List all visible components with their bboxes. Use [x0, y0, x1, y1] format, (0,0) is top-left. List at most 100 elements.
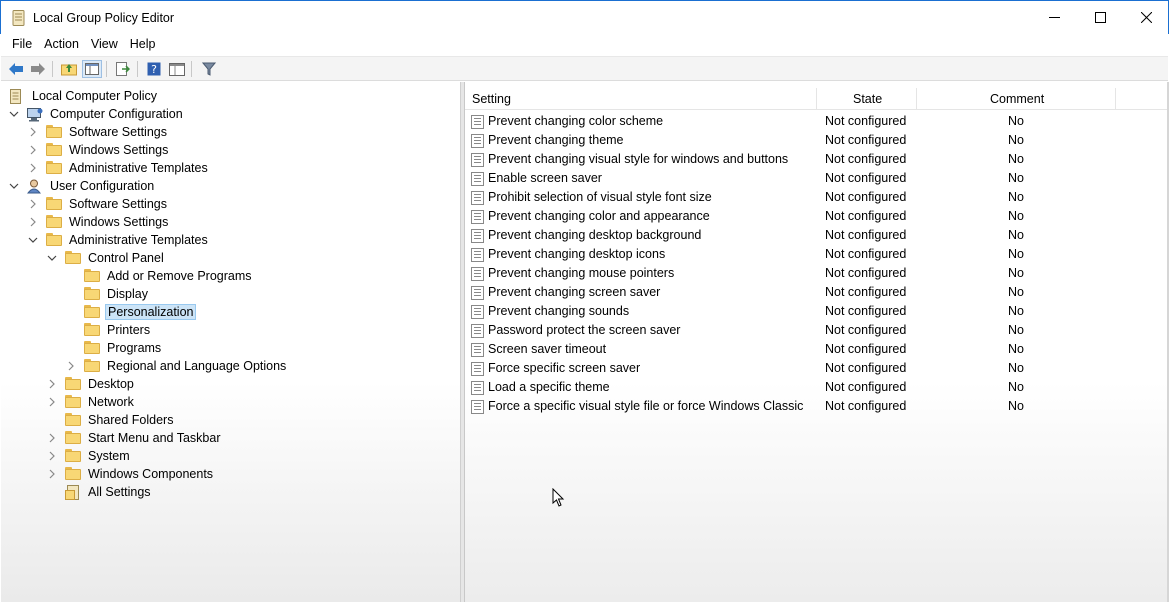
setting-state: Not configured: [825, 266, 907, 280]
help-button[interactable]: ?: [144, 60, 164, 78]
menu-help[interactable]: Help: [124, 34, 162, 56]
setting-comment: No: [1008, 171, 1024, 185]
tree-item[interactable]: Regional and Language Options: [65, 357, 288, 375]
tree-expander[interactable]: [27, 216, 39, 228]
setting-row[interactable]: Force a specific visual style file or fo…: [465, 397, 1169, 416]
tree-item[interactable]: Software Settings: [27, 123, 169, 141]
tree-expander: [65, 306, 77, 318]
setting-row[interactable]: Enable screen saver Not configured No: [465, 169, 1169, 188]
menu-action[interactable]: Action: [38, 34, 85, 56]
column-divider[interactable]: [816, 88, 817, 110]
setting-row[interactable]: Prevent changing desktop background Not c…: [465, 226, 1169, 245]
tree-item[interactable]: Add or Remove Programs: [65, 267, 254, 285]
minimize-icon: [1048, 17, 1060, 18]
toolbar-separator: [137, 61, 138, 77]
setting-row[interactable]: Prevent changing color scheme Not configu…: [465, 112, 1169, 131]
tree-item[interactable]: Administrative Templates: [27, 159, 210, 177]
setting-row[interactable]: Prevent changing desktop icons Not config…: [465, 245, 1169, 264]
policy-setting-icon: [471, 286, 484, 300]
toolbar-separator: [52, 61, 53, 77]
tree-item[interactable]: Control Panel: [46, 249, 166, 267]
setting-row[interactable]: Prevent changing visual style for window…: [465, 150, 1169, 169]
tree-item[interactable]: Software Settings: [27, 195, 169, 213]
chevron-right-icon: [49, 451, 55, 461]
tree-expander[interactable]: [46, 396, 58, 408]
export-list-button[interactable]: [113, 60, 133, 78]
maximize-button[interactable]: [1077, 1, 1123, 34]
tree-item[interactable]: Desktop: [46, 375, 136, 393]
tree-item[interactable]: Administrative Templates: [27, 231, 210, 249]
tree-item[interactable]: Printers: [65, 321, 152, 339]
tree-item[interactable]: Network: [46, 393, 136, 411]
tree-expander[interactable]: [27, 162, 39, 174]
setting-name: Prevent changing mouse pointers: [488, 266, 675, 280]
column-header-state[interactable]: State: [853, 88, 882, 110]
setting-row[interactable]: Prohibit selection of visual style font …: [465, 188, 1169, 207]
setting-row[interactable]: Prevent changing color and appearance Not…: [465, 207, 1169, 226]
menu-view[interactable]: View: [85, 34, 124, 56]
folder-icon: [46, 143, 62, 157]
tree-item[interactable]: All Settings: [46, 483, 153, 501]
setting-row[interactable]: Force specific screen saver Not configure…: [465, 359, 1169, 378]
tree-expander[interactable]: [8, 108, 20, 120]
folder-icon: [65, 467, 81, 481]
menu-file[interactable]: File: [6, 34, 38, 56]
tree-item[interactable]: Local Computer Policy: [9, 87, 159, 105]
tree-expander[interactable]: [46, 450, 58, 462]
tree-expander[interactable]: [8, 180, 20, 192]
tree-item[interactable]: Computer Configuration: [8, 105, 185, 123]
tree-item[interactable]: Personalization: [65, 303, 197, 321]
tree-expander[interactable]: [46, 432, 58, 444]
column-divider[interactable]: [916, 88, 917, 110]
setting-name: Prevent changing theme: [488, 133, 624, 147]
setting-row[interactable]: Prevent changing mouse pointers Not confi…: [465, 264, 1169, 283]
setting-row[interactable]: Prevent changing theme Not configured No: [465, 131, 1169, 150]
tree-expander[interactable]: [27, 144, 39, 156]
tree-item[interactable]: System: [46, 447, 132, 465]
setting-row[interactable]: Load a specific theme Not configured No: [465, 378, 1169, 397]
tree-expander: [46, 486, 58, 498]
tree-item[interactable]: Display: [65, 285, 150, 303]
policy-setting-icon: [471, 248, 484, 262]
minimize-button[interactable]: [1031, 1, 1077, 34]
policy-setting-icon: [471, 115, 484, 129]
tree-item[interactable]: Windows Settings: [27, 141, 170, 159]
column-header-comment[interactable]: Comment: [990, 88, 1044, 110]
column-header-setting[interactable]: Setting: [472, 88, 511, 110]
folder-icon: [46, 125, 62, 139]
tree-item[interactable]: Shared Folders: [46, 411, 175, 429]
filter-button[interactable]: [199, 60, 219, 78]
tree-item[interactable]: Windows Settings: [27, 213, 170, 231]
setting-comment: No: [1008, 152, 1024, 166]
mouse-cursor-icon: [552, 488, 565, 507]
tree-item[interactable]: Windows Components: [46, 465, 215, 483]
tree-expander[interactable]: [27, 198, 39, 210]
close-button[interactable]: [1123, 1, 1169, 34]
tree-expander[interactable]: [46, 252, 58, 264]
tree-item-label: Administrative Templates: [69, 233, 208, 247]
tree-expander[interactable]: [46, 378, 58, 390]
tree-expander[interactable]: [27, 234, 39, 246]
extended-view-button[interactable]: [167, 60, 187, 78]
tree-item[interactable]: Programs: [65, 339, 163, 357]
setting-comment: No: [1008, 342, 1024, 356]
show-hide-tree-button[interactable]: [82, 60, 102, 78]
setting-row[interactable]: Screen saver timeout Not configured No: [465, 340, 1169, 359]
tree-expander[interactable]: [65, 360, 77, 372]
setting-row[interactable]: Prevent changing sounds Not configured No: [465, 302, 1169, 321]
setting-comment: No: [1008, 228, 1024, 242]
policy-setting-icon: [471, 191, 484, 205]
back-button[interactable]: [6, 60, 26, 78]
toolbar-separator: [191, 61, 192, 77]
forward-button[interactable]: [28, 60, 48, 78]
policy-setting-icon: [471, 362, 484, 376]
setting-row[interactable]: Prevent changing screen saver Not configu…: [465, 283, 1169, 302]
tree-expander[interactable]: [27, 126, 39, 138]
column-divider[interactable]: [1115, 88, 1116, 110]
tree-item[interactable]: Start Menu and Taskbar: [46, 429, 222, 447]
up-level-button[interactable]: [59, 60, 79, 78]
tree-item[interactable]: User Configuration: [8, 177, 156, 195]
setting-row[interactable]: Password protect the screen saver Not con…: [465, 321, 1169, 340]
setting-comment: No: [1008, 399, 1024, 413]
tree-expander[interactable]: [46, 468, 58, 480]
